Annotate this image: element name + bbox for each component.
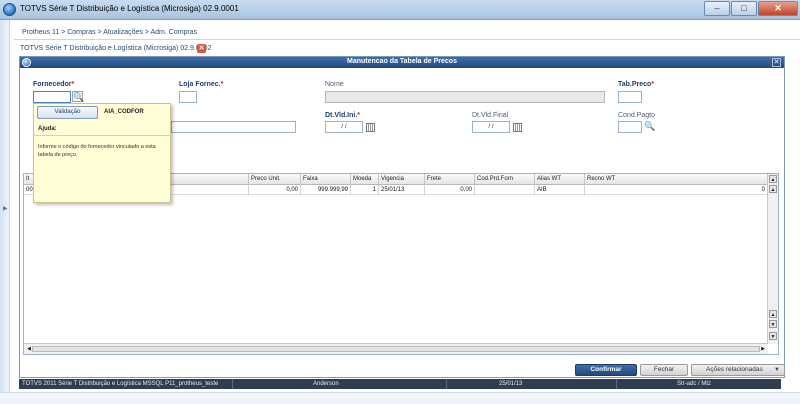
tooltip-message: Informe o código do fornecedor vinculado… [38, 144, 156, 158]
status-date: 25/01/13 [447, 379, 617, 389]
confirmar-button[interactable]: Confirmar [575, 364, 637, 376]
breadcrumb[interactable]: Protheus 11 > Compras > Atualizações > A… [22, 29, 197, 36]
col-frete[interactable]: Frete [425, 174, 475, 185]
col-faixa[interactable]: Faixa [301, 174, 351, 185]
calendar-icon[interactable] [366, 123, 375, 132]
cell-frete[interactable]: 0,00 [425, 185, 475, 195]
nome-label: Nome [325, 81, 344, 88]
status-user: Anderson [233, 379, 447, 389]
dialog-close-button[interactable]: ✕ [772, 58, 781, 67]
scroll-up-icon[interactable]: ▲ [769, 185, 777, 193]
col-preco-unit[interactable]: Preco Unit. [249, 174, 301, 185]
loja-label: Loja Fornec.* [179, 81, 224, 88]
tooltip-divider [34, 135, 170, 136]
chevron-down-icon: ▼ [774, 367, 780, 373]
nome-input [325, 91, 605, 103]
module-close-icon[interactable]: ✕ [197, 44, 206, 53]
cond-pagto-lookup-icon[interactable]: 🔍 [644, 121, 655, 132]
cell-moeda[interactable]: 1 [351, 185, 379, 195]
col-cod-prd-forn[interactable]: Cod.Prd.Forn [475, 174, 535, 185]
validacao-button[interactable]: Validação [37, 106, 98, 119]
status-bar: TOTVS 2011 Série T Distribuição e Logíst… [19, 379, 781, 389]
col-moeda[interactable]: Moeda [351, 174, 379, 185]
scroll-top-end-icon[interactable]: ▲ [769, 310, 777, 318]
dialog-titlebar: Manutencao da Tabela de Precos ✕ [20, 57, 784, 68]
status-environment: TOTVS 2011 Série T Distribuição e Logíst… [19, 379, 233, 389]
dt-vld-ini-label: Dt.Vld.Ini.* [325, 112, 361, 119]
tab-preco-input[interactable] [618, 91, 642, 103]
grid-horizontal-scrollbar[interactable]: ◀ ▶ [24, 343, 768, 354]
calendar-icon[interactable] [513, 123, 522, 132]
cell-cod-prd-forn[interactable] [475, 185, 535, 195]
scroll-top-icon[interactable]: ▲ [769, 175, 777, 183]
fornecedor-lookup-icon[interactable]: 🔍 [72, 91, 84, 102]
window-titlebar: TOTVS Série T Distribuição e Logística (… [0, 0, 800, 20]
acoes-relacionadas-button[interactable]: Ações relacionadas ▼ [691, 364, 785, 376]
descricao-input[interactable] [171, 121, 296, 133]
module-title: TOTVS Série T Distribuição e Logística (… [20, 45, 212, 52]
status-company: Str-adc / Mtz [677, 381, 712, 387]
dt-vld-ini-input[interactable]: / / [325, 121, 363, 133]
fechar-button[interactable]: Fechar [640, 364, 688, 376]
fornecedor-input[interactable] [33, 91, 71, 103]
col-recno-wt[interactable]: Recno WT [585, 174, 768, 185]
help-tooltip: Validação AIA_CODFOR Ajuda: Informe o có… [33, 103, 171, 203]
col-vigencia[interactable]: Vigencia [379, 174, 425, 185]
scroll-right-icon[interactable]: ▶ [759, 345, 767, 353]
window-controls: – □ ✕ [704, 1, 798, 16]
dt-vld-final-label: Dt.Vld.Final [472, 112, 509, 119]
module-header: TOTVS Série T Distribuição e Logística (… [14, 39, 800, 53]
tooltip-heading: Ajuda: [38, 126, 57, 132]
tab-preco-label: Tab.Preco* [618, 81, 655, 88]
cell-vigencia[interactable]: 25/01/13 [379, 185, 425, 195]
cond-pagto-label: Cond.Pagto [618, 112, 655, 119]
acoes-relacionadas-label: Ações relacionadas [706, 366, 763, 373]
app-icon [3, 3, 16, 16]
grid-vertical-scrollbar[interactable]: ▲ ▲ ▲ ▼ ▼ [767, 174, 778, 344]
cell-alias-wt[interactable]: AIB [535, 185, 585, 195]
maximize-button[interactable]: □ [731, 1, 757, 16]
scroll-down-icon[interactable]: ▼ [769, 320, 777, 328]
expand-arrow-icon[interactable]: ▶ [3, 205, 8, 212]
dt-vld-final-input[interactable]: / / [472, 121, 510, 133]
scroll-bottom-icon[interactable]: ▼ [769, 332, 777, 340]
fornecedor-label: Fornecedor* [33, 81, 75, 88]
cell-recno-wt[interactable]: 0 [585, 185, 768, 195]
window-close-button[interactable]: ✕ [758, 1, 798, 16]
cell-preco-unit[interactable]: 0,00 [249, 185, 301, 195]
tooltip-field-name: AIA_CODFOR [104, 109, 144, 115]
left-rail[interactable]: ▶ [0, 20, 10, 404]
cond-pagto-input[interactable] [618, 121, 642, 133]
window-title: TOTVS Série T Distribuição e Logística (… [20, 4, 239, 13]
loja-input[interactable] [179, 91, 197, 103]
minimize-button[interactable]: – [704, 1, 730, 16]
col-alias-wt[interactable]: Alias WT [535, 174, 585, 185]
dialog-title: Manutencao da Tabela de Precos [347, 58, 457, 65]
scroll-thumb[interactable] [32, 346, 760, 352]
cell-faixa[interactable]: 999.999,99 [301, 185, 351, 195]
bottom-frame [0, 392, 800, 404]
